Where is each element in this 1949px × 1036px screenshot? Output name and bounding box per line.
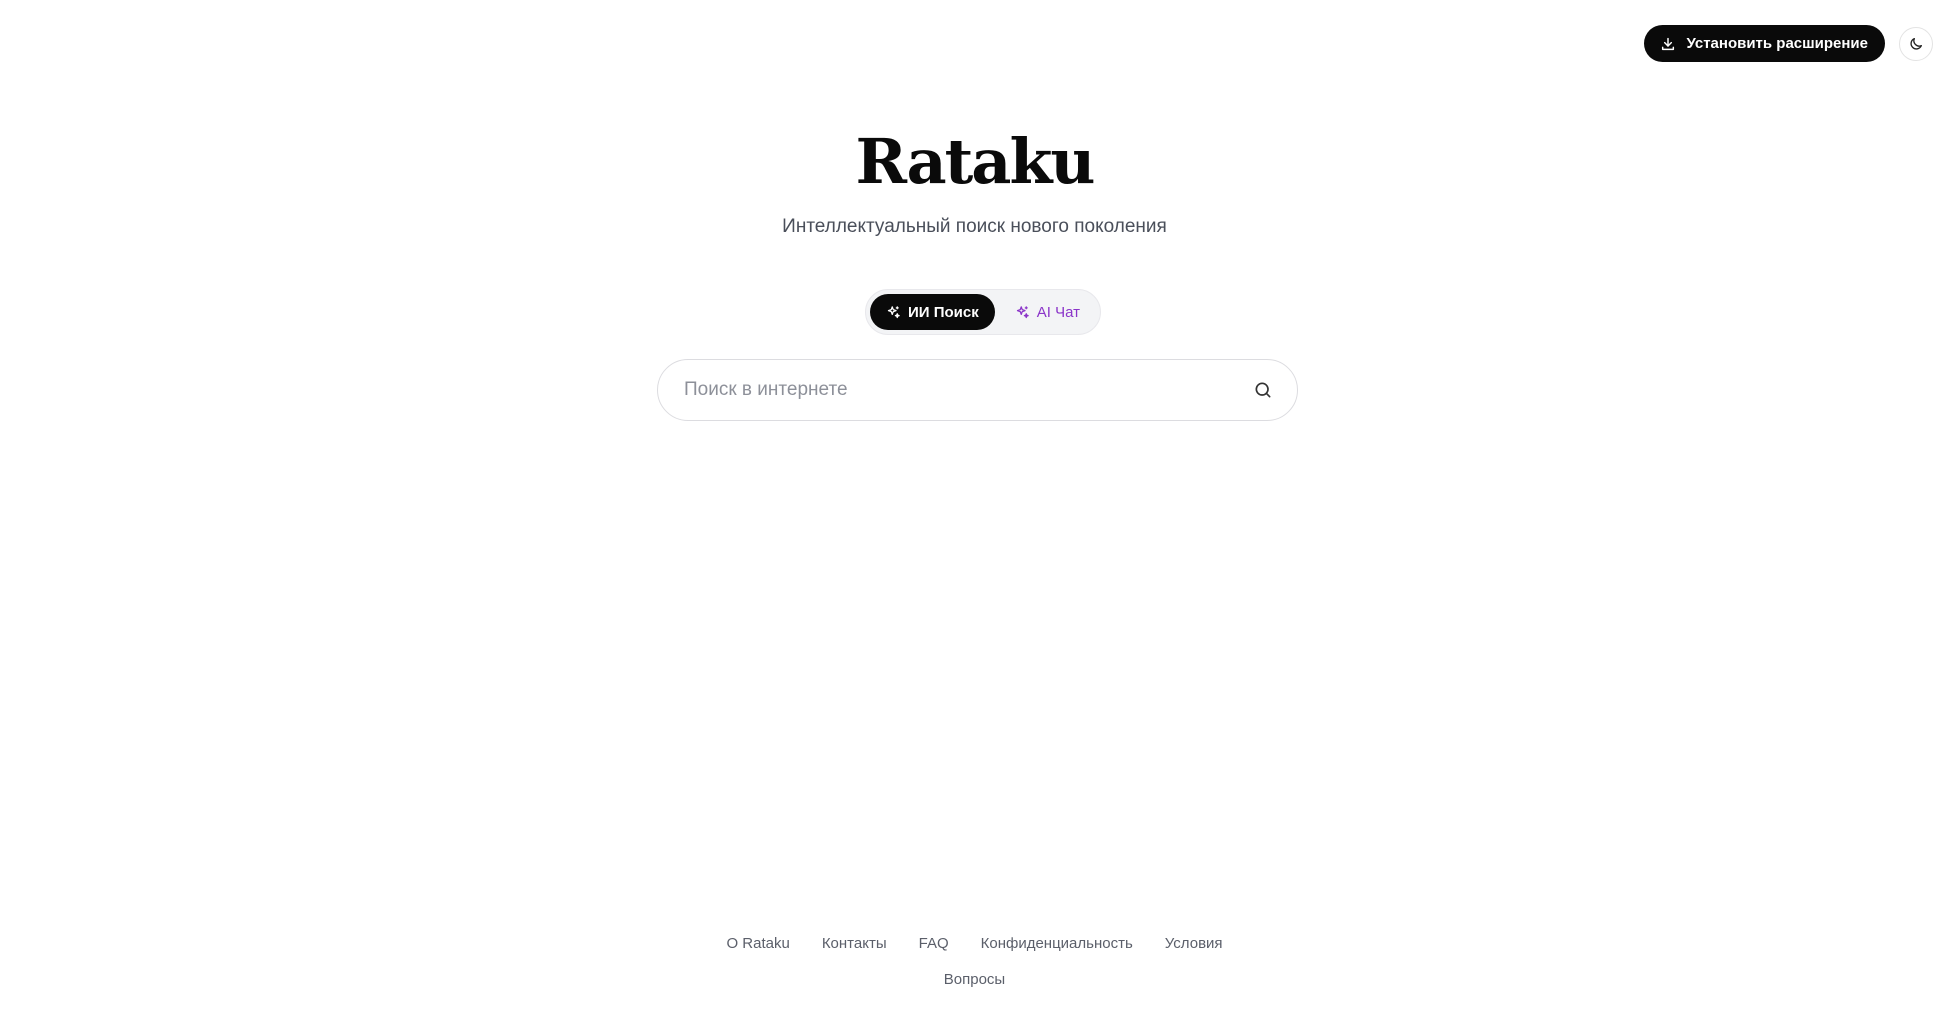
search-box — [657, 359, 1298, 421]
download-icon — [1660, 36, 1676, 52]
footer-link-privacy[interactable]: Конфиденциальность — [981, 935, 1133, 952]
mode-switch: ИИ Поиск AI Чат — [865, 289, 1101, 335]
sparkles-icon — [886, 305, 901, 320]
top-controls: Установить расширение — [1644, 25, 1933, 62]
tab-ai-search[interactable]: ИИ Поиск — [870, 294, 995, 330]
search-input[interactable] — [682, 378, 1247, 402]
install-extension-button[interactable]: Установить расширение — [1644, 25, 1885, 62]
footer-link-contacts[interactable]: Контакты — [822, 935, 887, 952]
logo: Rataku — [855, 125, 1096, 198]
tab-ai-chat-label: AI Чат — [1036, 303, 1080, 321]
footer-link-about[interactable]: О Rataku — [726, 935, 789, 952]
footer-link-questions[interactable]: Вопросы — [944, 971, 1005, 988]
tab-ai-chat[interactable]: AI Чат — [999, 294, 1096, 330]
tagline: Интеллектуальный поиск нового поколения — [782, 216, 1167, 237]
search-icon — [1253, 380, 1273, 400]
search-button[interactable] — [1247, 374, 1279, 406]
moon-icon — [1908, 36, 1924, 52]
install-extension-label: Установить расширение — [1686, 35, 1868, 52]
page: Установить расширение Rataku Интеллектуа… — [0, 0, 1949, 1036]
footer-link-faq[interactable]: FAQ — [919, 935, 949, 952]
tab-ai-search-label: ИИ Поиск — [908, 303, 979, 321]
theme-toggle-button[interactable] — [1899, 26, 1933, 61]
footer-links: О Rataku Контакты FAQ Конфиденциальность… — [0, 935, 1949, 952]
footer-link-terms[interactable]: Условия — [1165, 935, 1223, 952]
footer-links-secondary: Вопросы — [0, 971, 1949, 988]
sparkles-icon — [1015, 305, 1030, 320]
